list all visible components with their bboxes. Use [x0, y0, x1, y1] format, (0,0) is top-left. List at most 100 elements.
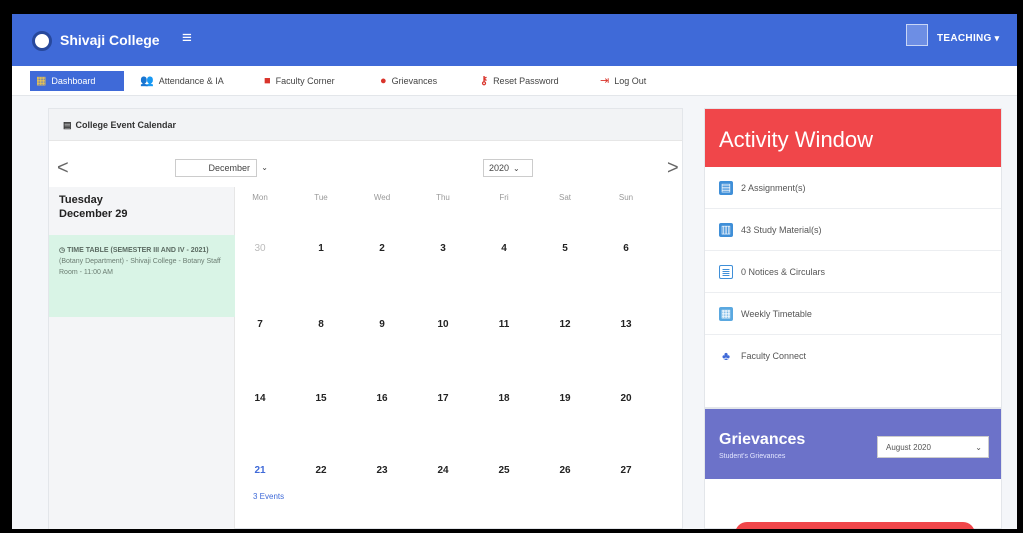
selected-weekday: Tuesday: [59, 194, 103, 206]
nav-faculty-label: Faculty Corner: [275, 76, 335, 86]
nav-reset-password[interactable]: ⚷ Reset Password: [480, 72, 559, 90]
user-role-label: TEACHING: [937, 33, 992, 44]
chevron-down-icon: ⌄: [513, 164, 520, 173]
notice-icon: ≣: [719, 264, 733, 279]
calendar-day-cell[interactable]: 3: [428, 243, 458, 254]
top-bar: Shivaji College ≡ TEACHING ▾: [12, 14, 1017, 66]
grievance-month-value: August 2020: [886, 443, 931, 452]
calendar-day-cell[interactable]: 17: [428, 393, 458, 404]
calendar-day-cell[interactable]: 22: [306, 465, 336, 476]
chevron-down-icon: ⌄: [261, 163, 268, 172]
nav-faculty-corner[interactable]: ■ Faculty Corner: [264, 72, 335, 90]
app-window: Shivaji College ≡ TEACHING ▾ ▦ Dashboard …: [12, 14, 1017, 529]
calendar-day-cell[interactable]: 20: [611, 393, 641, 404]
alert-circle-icon: ●: [380, 74, 387, 87]
events-link[interactable]: 3 Events: [253, 492, 284, 501]
calendar-day-cell[interactable]: 14: [245, 393, 275, 404]
nav-logout-label: Log Out: [614, 76, 647, 86]
calendar-day-cell[interactable]: 12: [550, 319, 580, 330]
nav-attendance[interactable]: 👥 Attendance & IA: [140, 72, 224, 90]
view-grievances-button[interactable]: [735, 522, 975, 529]
selected-day-heading: Tuesday December 29: [59, 193, 128, 221]
selected-day-panel: Tuesday December 29 ◷ TIME TABLE (SEMEST…: [49, 187, 235, 529]
main-nav: ▦ Dashboard 👥 Attendance & IA ■ Faculty …: [12, 66, 1017, 96]
month-select[interactable]: December ⌄: [175, 159, 268, 177]
weekday-label: Sat: [558, 193, 571, 202]
dashboard-icon: ▦: [36, 74, 47, 87]
hamburger-icon[interactable]: ≡: [182, 28, 192, 48]
user-role-menu[interactable]: TEACHING ▾: [937, 33, 999, 44]
selected-date: December 29: [59, 208, 128, 220]
calendar-day-cell[interactable]: 1: [306, 243, 336, 254]
activity-item-study-material[interactable]: ▥ 43 Study Material(s): [705, 209, 1001, 251]
book-icon: ■: [264, 74, 271, 87]
calendar-day-cell[interactable]: 24: [428, 465, 458, 476]
weekday-label: Thu: [436, 193, 450, 202]
year-select[interactable]: 2020 ⌄: [483, 159, 533, 177]
nav-dashboard[interactable]: ▦ Dashboard: [30, 71, 124, 91]
calendar-day-cell[interactable]: 4: [489, 243, 519, 254]
event-title-text: TIME TABLE (SEMESTER III AND IV - 2021): [67, 247, 209, 254]
calendar-day-cell[interactable]: 30: [245, 243, 275, 254]
calendar-day-cell[interactable]: 7: [245, 319, 275, 330]
event-calendar-card: ▤ College Event Calendar < > December ⌄ 2…: [48, 108, 683, 529]
activity-item-notices[interactable]: ≣ 0 Notices & Circulars: [705, 251, 1001, 293]
calendar-day-cell[interactable]: 2: [367, 243, 397, 254]
file-icon: ▤: [719, 180, 733, 195]
org-chart-icon: ♣: [719, 349, 733, 363]
calendar-day-cell[interactable]: 25: [489, 465, 519, 476]
grievances-card: Grievances Student's Grievances August 2…: [704, 408, 1002, 529]
book-icon: ▥: [719, 222, 733, 237]
nav-dashboard-label: Dashboard: [51, 76, 96, 86]
nav-attendance-label: Attendance & IA: [158, 76, 224, 86]
calendar-day-cell[interactable]: 15: [306, 393, 336, 404]
weekday-label: Tue: [314, 193, 328, 202]
activity-window-title: Activity Window: [705, 109, 1001, 167]
event-entry[interactable]: ◷ TIME TABLE (SEMESTER III AND IV - 2021…: [49, 235, 235, 317]
calendar-day-cell[interactable]: 26: [550, 465, 580, 476]
weekday-label: Mon: [252, 193, 268, 202]
event-title: ◷ TIME TABLE (SEMESTER III AND IV - 2021…: [59, 247, 209, 254]
calendar-day-cell[interactable]: 19: [550, 393, 580, 404]
chevron-down-icon: ▾: [994, 33, 1000, 43]
weekday-label: Wed: [373, 193, 391, 202]
calendar-day-cell[interactable]: 8: [306, 319, 336, 330]
calendar-day-cell[interactable]: 16: [367, 393, 397, 404]
calendar-day-cell[interactable]: 27: [611, 465, 641, 476]
weekday-label: Fri: [499, 193, 509, 202]
activity-item-faculty-connect[interactable]: ♣ Faculty Connect: [705, 335, 1001, 377]
calendar-day-cell[interactable]: 11: [489, 319, 519, 330]
calendar-day-cell[interactable]: 5: [550, 243, 580, 254]
logout-icon: ⇥: [600, 74, 610, 87]
brand-name: Shivaji College: [60, 32, 160, 48]
activity-item-label: Faculty Connect: [741, 351, 807, 361]
prev-month-button[interactable]: <: [57, 157, 69, 180]
calendar-title: ▤ College Event Calendar: [63, 120, 176, 131]
next-month-button[interactable]: >: [667, 157, 679, 180]
year-select-value: 2020: [489, 163, 510, 173]
activity-item-assignments[interactable]: ▤ 2 Assignment(s): [705, 167, 1001, 209]
calendar-day-cell[interactable]: 21: [245, 465, 275, 476]
avatar[interactable]: [906, 24, 928, 46]
calendar-day-cell[interactable]: 23: [367, 465, 397, 476]
nav-grievances-label: Grievances: [391, 76, 438, 86]
key-icon: ⚷: [480, 74, 489, 87]
grievances-header: Grievances Student's Grievances August 2…: [705, 409, 1001, 479]
grievances-subtitle: Student's Grievances: [719, 453, 786, 460]
nav-log-out[interactable]: ⇥ Log Out: [600, 72, 646, 90]
calendar-day-cell[interactable]: 10: [428, 319, 458, 330]
grievance-month-select[interactable]: August 2020 ⌄: [877, 436, 989, 458]
calendar-title-text: College Event Calendar: [75, 120, 177, 130]
activity-window-card: Activity Window ▤ 2 Assignment(s) ▥ 43 S…: [704, 108, 1002, 408]
grievances-title: Grievances: [719, 431, 806, 448]
calendar-day-cell[interactable]: 13: [611, 319, 641, 330]
calendar-header: ▤ College Event Calendar: [49, 109, 682, 141]
event-detail: (Botany Department) - Shivaji College - …: [59, 258, 221, 276]
calendar-day-cell[interactable]: 6: [611, 243, 641, 254]
activity-item-timetable[interactable]: ▦ Weekly Timetable: [705, 293, 1001, 335]
calendar-day-cell[interactable]: 18: [489, 393, 519, 404]
calendar-icon: ▤: [63, 120, 72, 130]
calendar-day-cell[interactable]: 9: [367, 319, 397, 330]
nav-grievances[interactable]: ● Grievances: [380, 72, 437, 90]
weekday-label: Sun: [618, 193, 634, 202]
